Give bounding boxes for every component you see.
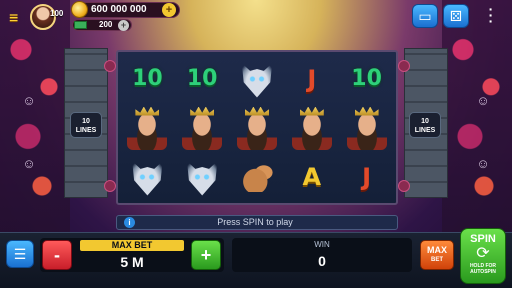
- reel-cell: [176, 104, 229, 151]
- payline-indicator: [104, 60, 116, 72]
- reel-cell: [121, 104, 174, 151]
- max-bet-line2: BET: [431, 257, 443, 263]
- win-label: WIN: [314, 240, 330, 249]
- reel-cell: 10: [121, 55, 174, 102]
- dice-button[interactable]: ⚄: [443, 4, 469, 28]
- wolf-symbol-icon: [186, 161, 218, 196]
- player-level: 100: [50, 9, 64, 18]
- info-icon[interactable]: i: [124, 217, 135, 228]
- reel-cell: [340, 104, 393, 151]
- bet-label: MAX BET: [80, 240, 184, 251]
- decrease-bet-button[interactable]: -: [42, 240, 72, 270]
- player-slot-icon[interactable]: ☺: [20, 155, 38, 173]
- king-symbol-icon: [236, 105, 277, 150]
- lines-word: LINES: [75, 127, 97, 134]
- player-slot-icon[interactable]: ☺: [474, 155, 492, 173]
- reel-cell: A: [285, 153, 338, 200]
- max-bet-button[interactable]: MAX BET: [420, 240, 454, 270]
- lines-badge-right: 10 LINES: [409, 112, 441, 138]
- lines-badge-left: 10 LINES: [70, 112, 102, 138]
- king-symbol-icon: [182, 105, 223, 150]
- player-slot-icon[interactable]: ☺: [474, 92, 492, 110]
- reel-cell: [285, 104, 338, 151]
- background-tree-right: [442, 0, 512, 248]
- reel-cell: 10: [176, 55, 229, 102]
- lines-count: 10: [82, 118, 90, 125]
- lines-word: LINES: [414, 127, 436, 134]
- reel-cell: [176, 153, 229, 200]
- background-tree-left: [0, 0, 70, 248]
- paytable-button[interactable]: ☰: [6, 240, 34, 268]
- wolf-symbol-icon: [132, 161, 163, 196]
- dice-icon: ⚄: [449, 8, 463, 24]
- symbol-a: A: [302, 162, 322, 191]
- spin-button[interactable]: SPIN ⟳ HOLD FOR AUTOSPIN: [460, 228, 506, 284]
- more-vertical-icon[interactable]: · · ·: [486, 2, 496, 28]
- king-symbol-icon: [291, 105, 332, 150]
- cash-icon: [74, 21, 87, 29]
- menu-icon[interactable]: ≡: [9, 10, 18, 28]
- king-symbol-icon: [346, 105, 387, 150]
- slot-reels: 10 10 J 10 A J: [116, 50, 398, 205]
- payline-indicator: [104, 180, 116, 192]
- reel-cell: [231, 55, 284, 102]
- symbol-j: J: [307, 64, 317, 93]
- coin-balance: 600 000 000: [91, 4, 147, 15]
- reel-cell: J: [340, 153, 393, 200]
- symbol-10: 10: [351, 66, 382, 91]
- symbol-j: J: [362, 162, 372, 191]
- spin-label: SPIN: [470, 233, 496, 245]
- spin-hint-line2: AUTOSPIN: [470, 269, 496, 275]
- buy-coins-button[interactable]: +: [162, 3, 176, 17]
- cash-balance: 200: [99, 20, 113, 29]
- lines-count: 10: [421, 118, 429, 125]
- symbol-10: 10: [132, 66, 163, 91]
- symbol-10: 10: [186, 66, 218, 91]
- max-bet-line1: MAX: [427, 245, 447, 255]
- tv-icon: ▭: [418, 8, 432, 24]
- king-symbol-icon: [127, 105, 168, 150]
- reel-cell: [121, 153, 174, 200]
- bet-value: 5 M: [120, 254, 144, 270]
- reel-cell: J: [285, 55, 338, 102]
- coin-icon: [71, 1, 88, 18]
- player-slot-icon[interactable]: ☺: [20, 92, 38, 110]
- rabbit-symbol-icon: [239, 161, 274, 192]
- reel-cell: [231, 104, 284, 151]
- paytable-icon: ☰: [13, 246, 27, 262]
- payline-indicator: [398, 180, 410, 192]
- reel-cell: [231, 153, 284, 200]
- payline-indicator: [398, 60, 410, 72]
- info-message: Press SPIN to play: [217, 217, 293, 227]
- refresh-icon: ⟳: [476, 245, 490, 262]
- wolf-symbol-icon: [241, 63, 273, 98]
- video-reward-button[interactable]: ▭: [412, 4, 438, 28]
- reel-cell: 10: [340, 55, 393, 102]
- buy-cash-button[interactable]: +: [118, 20, 129, 31]
- increase-bet-button[interactable]: +: [191, 240, 221, 270]
- win-value: 0: [318, 253, 326, 269]
